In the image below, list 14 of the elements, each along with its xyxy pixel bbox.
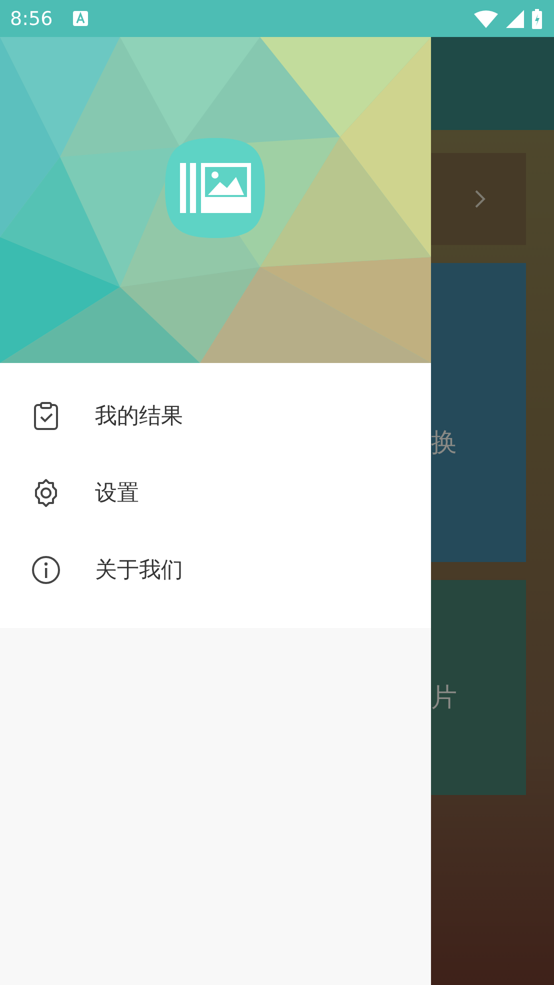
chevron-icon [474,189,486,209]
menu-item[interactable]: 我的结果 [0,377,431,454]
clock: 8:56 [10,8,53,30]
battery-icon [532,8,542,28]
wifi-icon [474,10,498,28]
gallery-logo-icon [165,138,265,238]
signal-icon [506,10,524,28]
menu-item[interactable]: 设置 [0,454,431,531]
info-icon [30,554,62,586]
card-label: 换 [431,427,457,460]
notification-icon [72,11,88,26]
menu-item[interactable]: 关于我们 [0,531,431,608]
card[interactable] [431,153,526,245]
card-label: 片 [431,682,457,715]
